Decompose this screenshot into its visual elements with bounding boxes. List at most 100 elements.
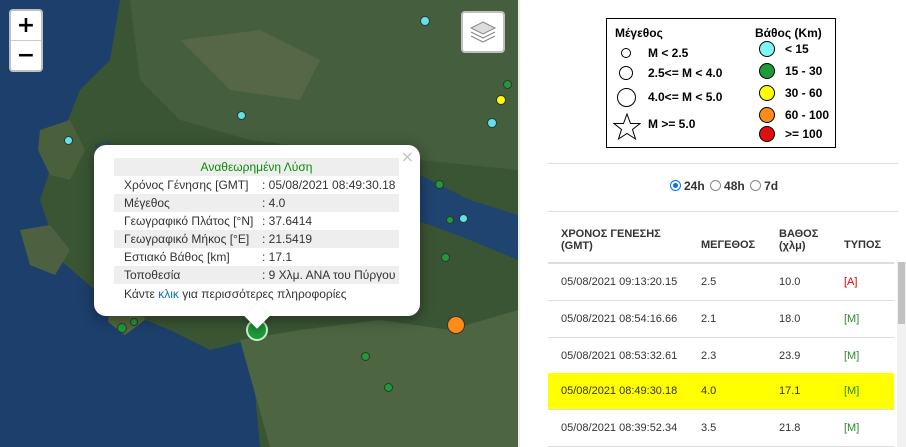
legend-depth-item: >= 100 — [785, 127, 823, 141]
legend-magnitude-item: M < 2.5 — [648, 46, 689, 60]
zoom-out-button[interactable]: − — [11, 40, 41, 70]
quake-marker[interactable] — [130, 318, 138, 326]
panel-divider — [518, 0, 520, 447]
popup-row-time: Χρόνος Γένησης [GMT] : 05/08/2021 08:49:… — [114, 176, 399, 194]
table-row[interactable]: 05/08/2021 09:13:20.15 2.5 10.0 [A] — [548, 264, 894, 301]
cell-depth: 23.9 — [779, 350, 801, 362]
legend-depth-item: 15 - 30 — [785, 64, 823, 78]
quake-marker[interactable] — [420, 16, 430, 26]
depth-color-swatch — [759, 41, 775, 57]
zoom-in-button[interactable]: + — [11, 11, 41, 40]
legend-depth-item: < 15 — [785, 42, 809, 56]
small-circle-icon — [621, 48, 631, 58]
cell-depth: 10.0 — [779, 276, 801, 288]
quake-marker[interactable] — [459, 214, 468, 223]
popup-title: Αναθεωρημένη Λύση — [114, 158, 399, 176]
table-row-selected[interactable]: 05/08/2021 08:49:30.18 4.0 17.1 [M] — [548, 373, 894, 410]
popup-row-longitude: Γεωγραφικό Μήκος [°E] : 21.5419 — [114, 230, 399, 248]
header-time: ΧΡΟΝΟΣ ΓΕΝΕΣΗΣ (GMT) — [561, 228, 661, 252]
cell-magnitude: 2.5 — [701, 276, 717, 288]
legend-magnitude-item: 4.0<= M < 5.0 — [648, 90, 723, 104]
cell-depth: 17.1 — [779, 385, 801, 397]
cell-magnitude: 4.0 — [701, 385, 717, 397]
depth-color-swatch — [759, 63, 775, 79]
time-filter: 24h 48h 7d — [668, 179, 778, 193]
popup-row-latitude: Γεωγραφικό Πλάτος [°N] : 37.6414 — [114, 212, 399, 230]
radio-label-7d: 7d — [764, 179, 779, 193]
cell-type: [M] — [844, 350, 860, 362]
cell-type: [M] — [844, 385, 860, 397]
table-scrollbar[interactable] — [897, 262, 906, 447]
popup-close-button[interactable]: × — [401, 147, 414, 166]
popup-footer: Κάντε κλικ για περισσότερες πληροφορίες — [124, 287, 347, 301]
quake-marker[interactable] — [496, 95, 506, 105]
header-magnitude: ΜΕΓΕΘΟΣ — [701, 239, 756, 251]
quake-marker[interactable] — [117, 323, 127, 333]
large-circle-icon — [617, 88, 636, 107]
popup-footer-suffix: για περισσότερες πληροφορίες — [182, 287, 347, 301]
quake-marker[interactable] — [503, 80, 512, 89]
popup-label: Τοποθεσία — [124, 268, 181, 282]
quake-marker[interactable] — [446, 216, 454, 224]
legend-depth-item: 30 - 60 — [785, 86, 823, 100]
depth-color-swatch — [759, 107, 775, 123]
table-header: ΧΡΟΝΟΣ ΓΕΝΕΣΗΣ (GMT) ΜΕΓΕΘΟΣ ΒΑΘΟΣ (χλμ)… — [548, 215, 894, 264]
popup-value: : 17.1 — [262, 250, 293, 264]
popup-value: : 37.6414 — [262, 214, 313, 228]
cell-time: 05/08/2021 08:49:30.18 — [561, 385, 678, 397]
quake-marker[interactable] — [64, 136, 73, 145]
popup-value: : 21.5419 — [262, 232, 313, 246]
layers-button[interactable] — [461, 11, 505, 53]
cell-type: [M] — [844, 422, 860, 434]
earthquake-popup: × Αναθεωρημένη Λύση Χρόνος Γένησης [GMT]… — [94, 145, 420, 329]
popup-label: Γεωγραφικό Πλάτος [°N] — [124, 214, 254, 228]
radio-7d[interactable] — [750, 180, 762, 191]
cell-time: 05/08/2021 08:39:52.34 — [561, 422, 678, 434]
legend-box: Μέγεθος Βάθος (Km) M < 2.5 2.5<= M < 4.0… — [606, 18, 836, 148]
table-row[interactable]: 05/08/2021 08:54:16.66 2.1 18.0 [M] — [548, 301, 894, 338]
popup-value: : 9 Χλμ. ΑΝΑ του Πύργου — [262, 268, 396, 282]
medium-circle-icon — [619, 66, 633, 80]
depth-color-swatch — [759, 85, 775, 101]
popup-value: : 4.0 — [262, 196, 286, 210]
cell-magnitude: 2.1 — [701, 313, 717, 325]
map-view[interactable]: + − × Αναθεωρημένη Λύση Χρόνος Γένησης [… — [0, 0, 518, 447]
quake-marker[interactable] — [435, 180, 444, 189]
popup-row-depth: Εστιακό Βάθος [km] : 17.1 — [114, 248, 399, 266]
cell-depth: 18.0 — [779, 313, 801, 325]
header-type: ΤΥΠΟΣ — [844, 239, 882, 251]
radio-label-24h: 24h — [684, 179, 705, 193]
radio-24h[interactable] — [670, 180, 681, 191]
cell-time: 05/08/2021 08:53:32.61 — [561, 350, 678, 362]
table-row[interactable]: 05/08/2021 08:53:32.61 2.3 23.9 [M] — [548, 338, 894, 375]
quake-marker[interactable] — [237, 111, 246, 120]
legend-magnitude-item: M >= 5.0 — [648, 117, 696, 131]
radio-48h[interactable] — [710, 180, 722, 191]
popup-row-location: Τοποθεσία : 9 Χλμ. ΑΝΑ του Πύργου — [114, 266, 399, 284]
cell-time: 05/08/2021 09:13:20.15 — [561, 276, 678, 288]
header-depth: ΒΑΘΟΣ (χλμ) — [779, 228, 819, 252]
quake-marker[interactable] — [441, 253, 450, 262]
popup-label: Γεωγραφικό Μήκος [°E] — [124, 232, 250, 246]
popup-label: Χρόνος Γένησης [GMT] — [124, 178, 249, 192]
table-row[interactable]: 05/08/2021 08:39:52.34 3.5 21.8 [M] — [548, 410, 894, 447]
popup-value: : 05/08/2021 08:49:30.18 — [262, 178, 396, 192]
depth-color-swatch — [759, 126, 775, 142]
popup-row-magnitude: Μέγεθος : 4.0 — [114, 194, 399, 212]
scrollbar-thumb[interactable] — [898, 262, 905, 324]
popup-label: Μέγεθος — [124, 196, 170, 210]
cell-type: [A] — [844, 276, 858, 288]
quake-marker[interactable] — [487, 118, 497, 128]
layers-icon — [469, 21, 497, 43]
quake-marker[interactable] — [447, 316, 465, 334]
cell-time: 05/08/2021 08:54:16.66 — [561, 313, 678, 325]
legend-magnitude-title: Μέγεθος — [615, 26, 663, 40]
more-info-link[interactable]: κλικ — [158, 287, 179, 301]
quake-marker[interactable] — [361, 352, 370, 361]
popup-label: Εστιακό Βάθος [km] — [124, 250, 230, 264]
legend-depth-title: Βάθος (Km) — [755, 26, 822, 40]
star-icon — [613, 113, 641, 141]
cell-depth: 21.8 — [779, 422, 801, 434]
legend-magnitude-item: 2.5<= M < 4.0 — [648, 66, 723, 80]
quake-marker[interactable] — [384, 383, 393, 392]
